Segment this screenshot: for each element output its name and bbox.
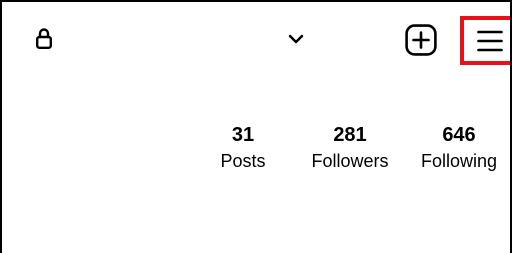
profile-screen: 31 Posts 281 Followers 646 Following [0,0,512,253]
chevron-down-icon[interactable] [288,32,304,46]
followers-label: Followers [311,151,389,171]
menu-button-highlighted[interactable] [460,16,510,65]
followers-stat[interactable]: 281 Followers [298,123,402,172]
create-post-icon[interactable] [405,24,437,56]
following-count: 646 [442,124,476,146]
hamburger-menu-icon[interactable] [477,29,503,53]
posts-label: Posts [220,151,266,171]
posts-count: 31 [231,124,255,146]
lock-icon [36,28,53,50]
posts-stat[interactable]: 31 Posts [191,123,295,172]
following-label: Following [420,151,498,171]
followers-count: 281 [333,124,367,146]
following-stat[interactable]: 646 Following [407,123,510,172]
